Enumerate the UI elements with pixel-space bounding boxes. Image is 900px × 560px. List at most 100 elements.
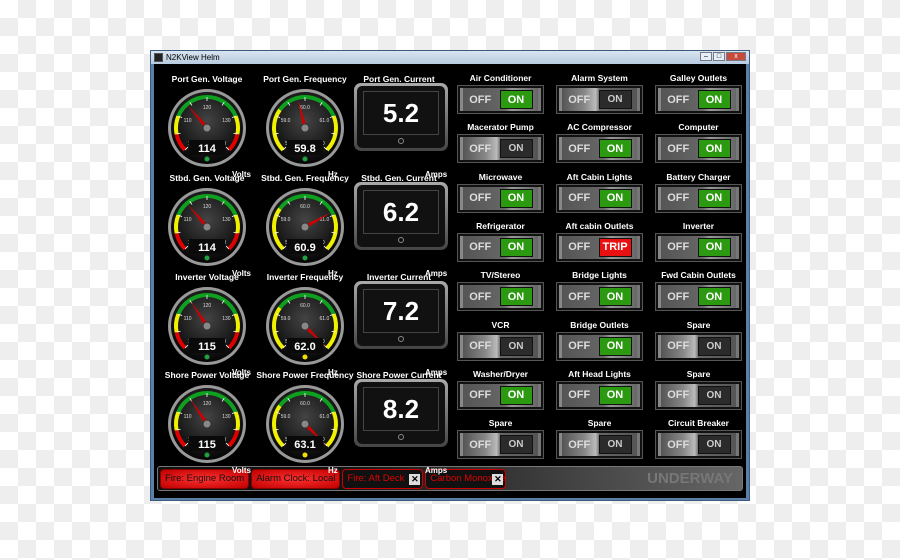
current-value: 7.2: [363, 289, 439, 333]
toggle-switch[interactable]: OFF ON: [556, 85, 643, 114]
toggle-switch[interactable]: OFF ON: [556, 282, 643, 312]
switch-off-label: OFF: [667, 389, 690, 402]
switch-label: Bridge Lights: [572, 270, 627, 281]
toggle-switch[interactable]: OFF ON: [556, 183, 643, 213]
switch-on-label: ON: [697, 237, 731, 257]
switch-off-label: OFF: [469, 241, 492, 254]
gauge-status-indicator: [302, 452, 308, 458]
window-title: N2KView Helm: [166, 53, 220, 62]
gauge-tick-label: 60.0: [300, 105, 310, 111]
gauge-tick-label: 61.0: [320, 118, 330, 124]
gauge-status-indicator: [204, 255, 210, 261]
gauge: 58.059.060.061.062.062.0: [265, 286, 345, 366]
current-value: 6.2: [363, 190, 439, 234]
toggle-switch[interactable]: OFF ON: [655, 282, 742, 312]
toggle-switch[interactable]: OFF ON: [655, 232, 742, 262]
switch-on-label: ON: [598, 287, 632, 307]
switch-off-label: OFF: [469, 142, 492, 155]
switch-label: Fwd Cabin Outlets: [661, 270, 736, 281]
gauge-range-arc: [174, 411, 181, 431]
switch-label: Aft Head Lights: [568, 368, 631, 379]
toggle-switch[interactable]: OFF TRIP: [556, 232, 643, 262]
toggle-switch[interactable]: OFF ON: [457, 85, 544, 114]
switch-on-label: TRIP: [598, 237, 632, 257]
gauge-readout: 114: [198, 143, 217, 155]
gauge-unit: Hz: [328, 466, 338, 475]
alarm-item[interactable]: Fire: Aft Deck ✕: [342, 468, 424, 489]
app-icon: [154, 53, 163, 62]
toggle-switch[interactable]: OFF ON: [457, 282, 544, 312]
switch-label: Microwave: [478, 171, 523, 182]
gauge-tick-label: 120: [203, 401, 212, 407]
gauge-tick-label: 60.0: [300, 204, 310, 210]
toggle-switch[interactable]: OFF ON: [457, 183, 544, 213]
switch-on-label: ON: [697, 188, 731, 208]
switch-on-label: ON: [598, 90, 632, 109]
gauge-tick-label: 120: [203, 204, 212, 210]
gauge-unit: Volts: [232, 466, 251, 475]
switch-label: Air Conditioner: [469, 73, 532, 83]
gauge-tick-label: 59.0: [281, 118, 291, 124]
switch-on-label: ON: [598, 435, 632, 455]
gauge-tick-label: 59.0: [281, 316, 291, 322]
minimize-button[interactable]: –: [700, 52, 712, 61]
gauge-status-indicator: [302, 156, 308, 162]
close-icon[interactable]: ✕: [409, 473, 421, 485]
gauge: 58.059.060.061.062.060.9: [265, 187, 345, 267]
gauge-tick-label: 60.0: [300, 401, 310, 407]
switch-label: Washer/Dryer: [473, 368, 528, 379]
toggle-switch[interactable]: OFF ON: [556, 331, 643, 361]
toggle-switch[interactable]: OFF ON: [457, 331, 544, 361]
toggle-switch[interactable]: OFF ON: [655, 331, 742, 361]
toggle-switch[interactable]: OFF ON: [556, 134, 643, 164]
switch-on-label: ON: [697, 139, 731, 159]
toggle-switch[interactable]: OFF ON: [457, 232, 544, 262]
toggle-switch[interactable]: OFF ON: [655, 85, 742, 114]
toggle-switch[interactable]: OFF ON: [457, 134, 544, 164]
toggle-switch[interactable]: OFF ON: [457, 430, 544, 460]
switch-label: Galley Outlets: [669, 73, 728, 83]
toggle-switch[interactable]: OFF ON: [655, 380, 742, 410]
toggle-switch[interactable]: OFF ON: [457, 380, 544, 410]
toggle-switch[interactable]: OFF ON: [556, 430, 643, 460]
toggle-switch[interactable]: OFF ON: [655, 183, 742, 213]
switch-off-label: OFF: [568, 290, 591, 303]
gauge-tick-label: 59.0: [281, 414, 291, 420]
switch-off-label: OFF: [469, 389, 492, 402]
switch-off-label: OFF: [667, 241, 690, 254]
gauge-hub: [202, 222, 212, 232]
close-button[interactable]: x: [726, 52, 746, 61]
switch-off-label: OFF: [568, 241, 591, 254]
switch-on-label: ON: [499, 385, 533, 405]
gauge-tick-label: 110: [184, 217, 192, 223]
switch-off-label: OFF: [469, 290, 492, 303]
switch-label: Spare: [686, 319, 711, 330]
close-icon[interactable]: ✕: [492, 473, 504, 485]
switch-label: AC Compressor: [567, 122, 632, 133]
power-icon: [398, 434, 404, 440]
gauge-range-arc: [233, 411, 240, 431]
switch-label: Alarm System: [571, 73, 628, 83]
switch-on-label: ON: [697, 385, 731, 405]
switch-on-label: ON: [697, 435, 731, 455]
switch-off-label: OFF: [469, 438, 492, 451]
switch-on-label: ON: [697, 287, 731, 307]
maximize-button[interactable]: □: [713, 52, 725, 61]
gauge: 100110120130140115: [167, 384, 247, 464]
toggle-switch[interactable]: OFF ON: [556, 380, 643, 410]
toggle-switch[interactable]: OFF ON: [655, 134, 742, 164]
gauge-tick-label: 110: [184, 316, 192, 322]
toggle-switch[interactable]: OFF ON: [655, 430, 742, 460]
current-unit: Amps: [425, 466, 448, 475]
title-bar: N2KView Helm – □ x: [151, 51, 749, 64]
gauge-range-arc: [174, 313, 181, 333]
gauge-tick-label: 59.0: [281, 217, 291, 223]
switch-on-label: ON: [499, 188, 533, 208]
gauge-tick-label: 110: [184, 414, 192, 420]
switch-on-label: ON: [697, 90, 731, 109]
alarm-text: Fire: Aft Deck: [347, 473, 405, 484]
switch-on-label: ON: [598, 385, 632, 405]
gauge-tick-label: 120: [203, 105, 212, 111]
switch-label: Refrigerator: [476, 220, 525, 231]
switch-on-label: ON: [598, 139, 632, 159]
